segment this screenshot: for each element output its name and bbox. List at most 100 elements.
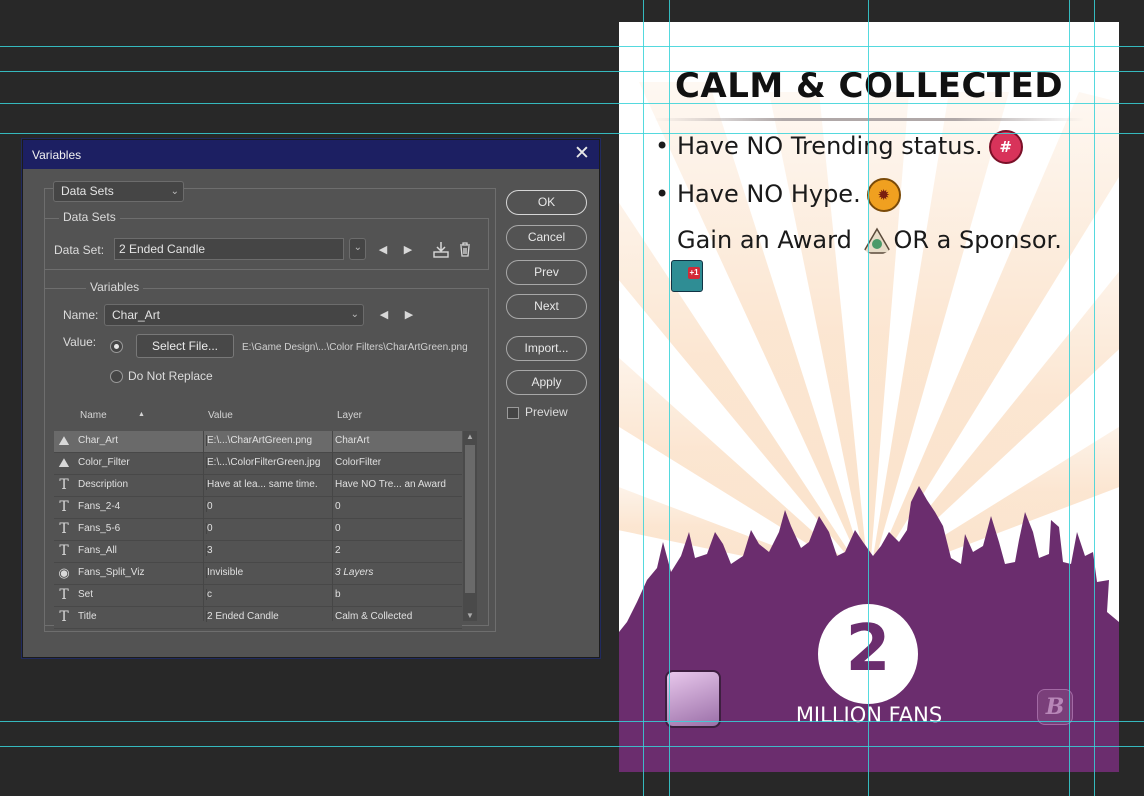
prev-variable-icon[interactable]: ◀	[377, 308, 391, 321]
cell-layer: 3 Layers	[335, 567, 374, 578]
next-data-set-icon[interactable]: ▶	[401, 243, 415, 256]
table-row[interactable]: T Title 2 Ended Candle Calm & Collected	[54, 607, 462, 629]
table-row[interactable]: T Set c b	[54, 585, 462, 607]
guide-horizontal	[0, 746, 1144, 747]
image-icon: ⛰	[58, 455, 70, 470]
guide-horizontal	[0, 46, 1144, 47]
cell-layer: b	[335, 589, 341, 600]
card-title: CALM & COLLECTED	[674, 66, 1064, 106]
cancel-button[interactable]: Cancel	[506, 225, 587, 250]
guide-horizontal	[0, 133, 1144, 134]
cell-layer: CharArt	[335, 435, 370, 446]
cell-name: Description	[78, 479, 129, 490]
table-row[interactable]: ◉ Fans_Split_Viz Invisible 3 Layers	[54, 563, 462, 585]
data-set-dropdown[interactable]: ⌄	[349, 238, 366, 260]
text-icon: T	[59, 499, 69, 515]
cell-value: 3	[206, 545, 333, 556]
cell-value: c	[206, 589, 333, 600]
cell-layer: 2	[335, 545, 341, 556]
table-row[interactable]: T Description Have at lea... same time. Hav…	[54, 475, 462, 497]
table-scrollbar[interactable]: ▲ ▼	[463, 431, 477, 621]
bullet: •	[655, 180, 670, 208]
guide-horizontal	[0, 103, 1144, 104]
cell-name: Title	[78, 611, 97, 622]
cell-name: Fans_2-4	[78, 501, 121, 512]
table-row[interactable]: T Fans_2-4 0 0	[54, 497, 462, 519]
cell-name: Fans_Split_Viz	[78, 567, 145, 578]
text-icon: T	[59, 609, 69, 625]
chevron-down-icon: ⌄	[350, 309, 359, 320]
rule-3b-text: OR a Sponsor.	[893, 226, 1062, 254]
table-row[interactable]: T Fans_All 3 2	[54, 541, 462, 563]
text-icon: T	[59, 543, 69, 559]
cell-name: Char_Art	[78, 435, 119, 446]
column-header-layer[interactable]: Layer	[337, 410, 362, 421]
bullet: •	[655, 132, 670, 160]
variable-name-value: Char_Art	[112, 308, 161, 322]
text-icon: T	[59, 587, 69, 603]
variable-name-select[interactable]: Char_Art ⌄	[104, 304, 364, 326]
cell-value: Invisible	[206, 567, 333, 578]
cell-name: Fans_All	[78, 545, 117, 556]
select-file-button[interactable]: Select File...	[136, 334, 234, 358]
mode-select[interactable]: Data Sets ⌄	[53, 181, 184, 202]
text-icon: T	[59, 477, 69, 493]
import-button[interactable]: Import...	[506, 336, 587, 361]
cell-name: Fans_5-6	[78, 523, 121, 534]
file-path-text: E:\Game Design\...\Color Filters\CharArt…	[242, 342, 468, 353]
cell-layer: Calm & Collected	[335, 611, 413, 622]
cell-value: 0	[206, 501, 333, 512]
apply-button[interactable]: Apply	[506, 370, 587, 395]
rule-award-sponsor: Gain an Award OR a Sponsor.	[655, 226, 1062, 255]
dialog-titlebar[interactable]: Variables ✕	[23, 140, 599, 169]
name-label: Name:	[63, 308, 99, 322]
column-divider	[203, 431, 204, 621]
column-header-value[interactable]: Value	[208, 410, 233, 421]
prev-data-set-icon[interactable]: ◀	[376, 243, 390, 256]
table-row[interactable]: ⛰ Color_Filter E:\...\ColorFilterGreen.jpg…	[54, 453, 462, 475]
variables-dialog: Variables ✕ Data Sets ⌄ Data Sets Data Se…	[22, 139, 600, 658]
close-icon[interactable]: ✕	[572, 144, 592, 164]
ok-button[interactable]: OK	[506, 190, 587, 215]
preview-label: Preview	[525, 405, 568, 419]
sponsor-plus-one: +1	[688, 267, 700, 279]
column-divider	[332, 431, 333, 621]
next-variable-icon[interactable]: ▶	[402, 308, 416, 321]
eye-icon: ◉	[58, 565, 70, 580]
do-not-replace-radio[interactable]	[110, 370, 123, 383]
cell-value: 2 Ended Candle	[206, 611, 333, 622]
data-set-name-value: 2 Ended Candle	[119, 242, 206, 256]
hype-flame-icon: ✹	[866, 178, 901, 212]
scroll-up-icon[interactable]: ▲	[463, 432, 477, 441]
card-canvas: CALM & COLLECTED • Have NO Trending statu…	[619, 22, 1119, 772]
variables-table-rows: ⛰ Char_Art E:\...\CharArtGreen.png CharArt ⛰…	[54, 431, 462, 629]
table-row[interactable]: ⛰ Char_Art E:\...\CharArtGreen.png CharArt	[54, 431, 462, 453]
guide-vertical	[1069, 0, 1070, 796]
scrollbar-thumb[interactable]	[465, 445, 475, 593]
select-file-radio[interactable]	[110, 340, 123, 353]
cell-layer: 0	[335, 523, 341, 534]
data-set-label: Data Set:	[54, 243, 105, 257]
table-row[interactable]: T Fans_5-6 0 0	[54, 519, 462, 541]
sponsor-icon: +1	[671, 260, 703, 292]
mode-select-value: Data Sets	[61, 184, 114, 198]
save-data-set-icon[interactable]	[432, 241, 450, 258]
trash-icon[interactable]	[458, 242, 472, 257]
rule-no-hype: • Have NO Hype. ✹	[655, 178, 901, 212]
title-divider	[654, 118, 1084, 121]
rule-1-text: Have NO Trending status.	[677, 132, 983, 160]
scroll-down-icon[interactable]: ▼	[463, 611, 477, 620]
preview-checkbox[interactable]	[507, 407, 519, 419]
prev-button[interactable]: Prev	[506, 260, 587, 285]
award-icon	[862, 227, 893, 254]
text-icon: T	[59, 521, 69, 537]
column-header-name[interactable]: Name	[80, 410, 107, 421]
character-portrait	[665, 670, 721, 728]
guide-vertical	[868, 0, 869, 796]
dialog-title: Variables	[32, 148, 82, 162]
data-set-name-field[interactable]: 2 Ended Candle	[114, 238, 344, 260]
sort-ascending-icon: ▲	[138, 411, 145, 418]
rule-no-trending: • Have NO Trending status. #	[655, 130, 1023, 164]
guide-horizontal	[0, 71, 1144, 72]
next-button[interactable]: Next	[506, 294, 587, 319]
